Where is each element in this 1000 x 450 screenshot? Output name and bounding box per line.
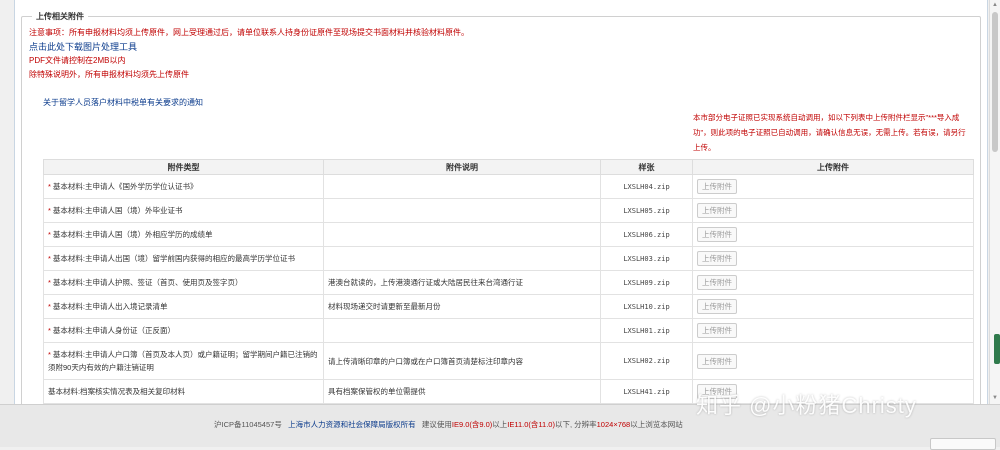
- sample-link[interactable]: LXSLH04.zip: [600, 174, 693, 199]
- attachment-desc: 具有档案保管权的单位需提供: [323, 379, 601, 404]
- attachment-desc: [323, 222, 601, 247]
- attachment-type: 基本材料:主申请人国（境）外毕业证书: [52, 206, 183, 215]
- tax-notice-link[interactable]: 关于留学人员落户材料中税单有关要求的通知: [43, 97, 203, 108]
- upload-button[interactable]: 上传附件: [697, 275, 737, 290]
- upload-button[interactable]: 上传附件: [697, 353, 737, 369]
- upload-button[interactable]: 上传附件: [697, 179, 737, 194]
- sample-link[interactable]: LXSLH06.zip: [600, 222, 693, 247]
- notice-line: 注意事项：所有申报材料均须上传原件，网上受理通过后，请单位联系人持身份证原件至现…: [29, 28, 469, 37]
- upload-button[interactable]: 上传附件: [697, 323, 737, 338]
- copyright-owner: 上海市人力资源和社会保障局版权所有: [288, 420, 416, 429]
- upload-button[interactable]: 上传附件: [697, 203, 737, 218]
- pdf-size-note: PDF文件请控制在2MB以内: [29, 56, 126, 65]
- required-star: *: [48, 278, 51, 287]
- required-star: *: [48, 350, 51, 359]
- attachment-type: 基本材料:主申请人出国（境）留学前国内获得的相应的最高学历学位证书: [52, 254, 296, 263]
- table-row: * 基本材料:主申请人身份证（正反面） LXSLH01.zip 上传附件: [43, 318, 974, 343]
- zhihu-watermark: 知乎 @小粉猪Christy: [696, 393, 917, 418]
- attachment-type: 基本材料:主申请人国（境）外相应学历的成绩单: [52, 230, 213, 239]
- attachment-desc: [323, 174, 601, 199]
- table-row: * 基本材料:主申请人户口簿（首页及本人页）或户籍证明；留学期间户籍已注销的须附9…: [43, 342, 974, 380]
- scroll-up-icon[interactable]: ▲: [992, 2, 998, 8]
- download-tool-link[interactable]: 点击此处下载图片处理工具: [29, 40, 629, 54]
- required-star: *: [48, 302, 51, 311]
- sample-link[interactable]: LXSLH05.zip: [600, 198, 693, 223]
- required-star: *: [48, 230, 51, 239]
- main-frame: 上传相关附件 注意事项：所有申报材料均须上传原件，网上受理通过后，请单位联系人持…: [14, 0, 988, 404]
- attachment-desc: 港澳台就读的，上传港澳通行证或大陆居民往来台湾通行证: [323, 270, 601, 295]
- header-sample: 样张: [600, 159, 693, 175]
- upload-button[interactable]: 上传附件: [697, 227, 737, 242]
- attachment-desc: [323, 198, 601, 223]
- sample-link[interactable]: LXSLH09.zip: [600, 270, 693, 295]
- attachment-type: 基本材料:主申请人《国外学历学位认证书》: [52, 182, 198, 191]
- header-desc: 附件说明: [323, 159, 601, 175]
- attachment-type: 基本材料:主申请人出入境记录清单: [52, 302, 168, 311]
- table-row: * 基本材料:主申请人《国外学历学位认证书》 LXSLH04.zip 上传附件: [43, 174, 974, 199]
- footer-text: 沪ICP备11045457号 上海市人力资源和社会保障局版权所有 建议使用IE9…: [214, 420, 683, 429]
- scroll-down-icon[interactable]: ▼: [992, 395, 998, 401]
- required-star: *: [48, 182, 51, 191]
- attachments-table: 附件类型 附件说明 样张 上传附件 * 基本材料:主申请人《国外学历学位认证书》 …: [43, 159, 974, 404]
- scroll-thumb[interactable]: [992, 12, 998, 152]
- header-upload: 上传附件: [692, 159, 974, 175]
- sample-link[interactable]: LXSLH10.zip: [600, 294, 693, 319]
- table-row: * 基本材料:主申请人国（境）外毕业证书 LXSLH05.zip 上传附件: [43, 198, 974, 223]
- attachment-desc: 请上传清晰印章的户口簿或在户口簿首页清楚标注印章内容: [323, 342, 601, 380]
- attachment-type: 基本材料:主申请人身份证（正反面）: [52, 326, 176, 335]
- upload-button[interactable]: 上传附件: [697, 251, 737, 266]
- table-row: * 基本材料:主申请人国（境）外相应学历的成绩单 LXSLH06.zip 上传附件: [43, 222, 974, 247]
- attachment-desc: 材料现场递交时请更新至最新月份: [323, 294, 601, 319]
- sample-link[interactable]: LXSLH02.zip: [600, 342, 693, 380]
- table-row: * 基本材料:主申请人出入境记录清单 材料现场递交时请更新至最新月份 LXSLH1…: [43, 294, 974, 319]
- e-license-notice: 本市部分电子证照已实现系统自动调用，如以下列表中上传附件栏显示"***导入成功"…: [693, 113, 966, 152]
- icp-number: 沪ICP备11045457号: [214, 420, 282, 429]
- table-row: * 基本材料:主申请人护照、签证（首页、使用页及签字页） 港澳台就读的，上传港澳通…: [43, 270, 974, 295]
- notes-block: 注意事项：所有申报材料均须上传原件，网上受理通过后，请单位联系人持身份证原件至现…: [29, 26, 629, 82]
- required-star: *: [48, 326, 51, 335]
- attachment-type: 基本材料:档案核实情况表及相关复印材料: [48, 387, 186, 396]
- section-legend: 上传相关附件: [32, 11, 88, 22]
- required-star: *: [48, 254, 51, 263]
- attachment-type: 基本材料:主申请人护照、签证（首页、使用页及签字页）: [52, 278, 243, 287]
- attachment-desc: [323, 318, 601, 343]
- sample-link[interactable]: LXSLH41.zip: [600, 379, 693, 404]
- required-star: *: [48, 206, 51, 215]
- header-type: 附件类型: [43, 159, 324, 175]
- attachment-desc: [323, 246, 601, 271]
- upload-button[interactable]: 上传附件: [697, 299, 737, 314]
- corner-button[interactable]: [930, 438, 996, 450]
- sample-link[interactable]: LXSLH03.zip: [600, 246, 693, 271]
- sample-link[interactable]: LXSLH01.zip: [600, 318, 693, 343]
- original-note: 除特殊说明外，所有申报材料均须先上传原件: [29, 70, 189, 79]
- side-tab-marker[interactable]: [994, 334, 1000, 364]
- table-row: * 基本材料:主申请人出国（境）留学前国内获得的相应的最高学历学位证书 LXSLH…: [43, 246, 974, 271]
- attachment-type: 基本材料:主申请人户口簿（首页及本人页）或户籍证明；留学期间户籍已注销的须附90…: [48, 350, 318, 372]
